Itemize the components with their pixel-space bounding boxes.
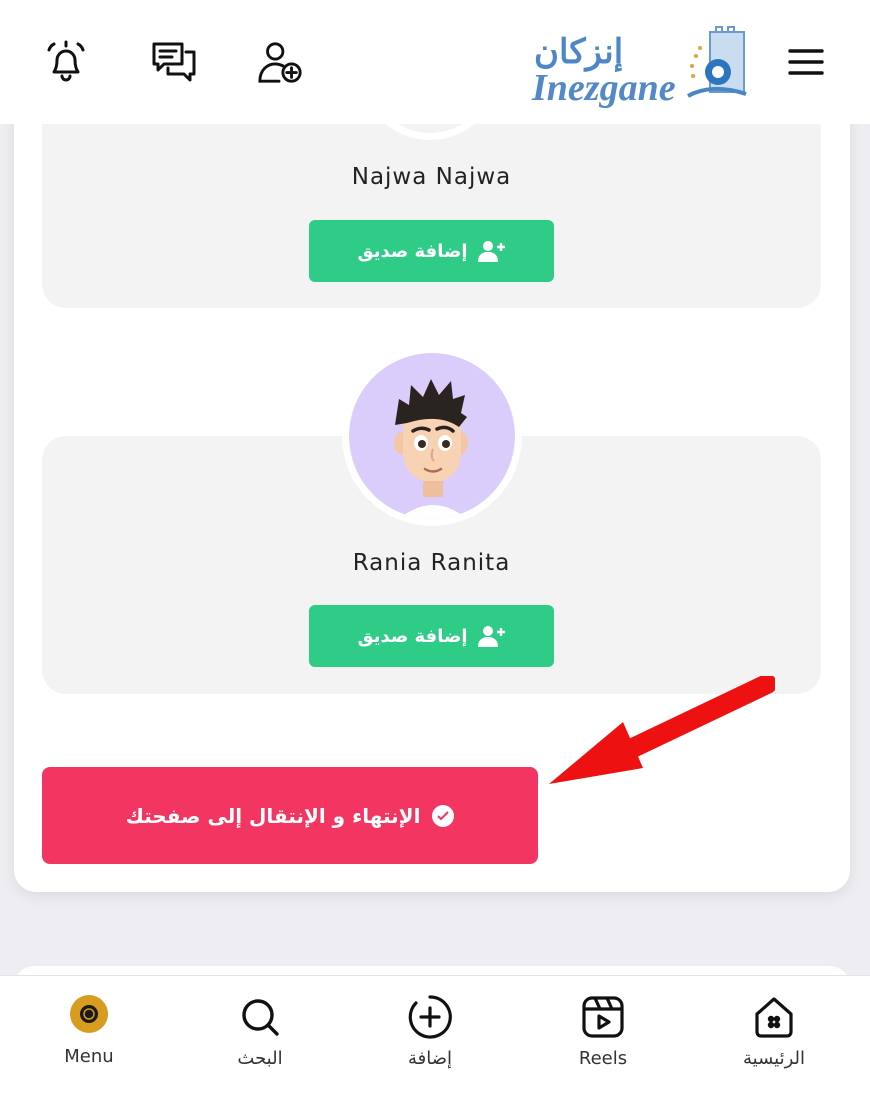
add-friend-button[interactable]: إضافة صديق [309, 605, 554, 667]
site-logo[interactable]: إنزكان Inezgane [528, 26, 750, 110]
add-user-icon [477, 626, 505, 647]
add-friend-button[interactable]: إضافة صديق [309, 220, 554, 282]
avatar [70, 995, 108, 1033]
search-icon [200, 992, 320, 1042]
plus-circle-icon [370, 992, 490, 1042]
friend-card: Rania Ranita إضافة صديق [42, 346, 821, 694]
add-friend-label: إضافة صديق [357, 625, 468, 647]
bottom-navigation: Menu البحث إضافة Reels الرئيسية [0, 975, 870, 1102]
friend-name[interactable]: Najwa Najwa [42, 164, 821, 190]
finish-and-go-to-profile-button[interactable]: الإنتهاء و الإنتقال إلى صفحتك [42, 767, 538, 864]
nav-item-reels[interactable]: Reels [543, 992, 663, 1069]
nav-label: إضافة [407, 1048, 453, 1069]
add-friend-label: إضافة صديق [357, 240, 468, 262]
nav-item-home[interactable]: الرئيسية [714, 992, 834, 1069]
bell-icon[interactable] [42, 38, 90, 86]
chat-icon[interactable] [150, 38, 198, 86]
avatar[interactable] [342, 346, 522, 526]
home-icon [714, 992, 834, 1042]
hamburger-menu-icon[interactable] [782, 38, 830, 86]
nav-label: Reels [578, 1048, 628, 1069]
nav-label: الرئيسية [743, 1048, 805, 1069]
nav-item-menu[interactable]: Menu [29, 994, 149, 1067]
friend-name[interactable]: Rania Ranita [42, 550, 821, 576]
memoji-boy-icon [394, 379, 468, 519]
finish-button-label: الإنتهاء و الإنتقال إلى صفحتك [125, 803, 421, 828]
nav-item-add[interactable]: إضافة [370, 992, 490, 1069]
red-arrow-annotation [549, 676, 775, 784]
nav-item-search[interactable]: البحث [200, 992, 320, 1069]
top-header: إنزكان Inezgane [0, 0, 870, 124]
check-circle-icon [432, 804, 455, 827]
reels-icon [543, 992, 663, 1042]
add-user-icon[interactable] [256, 38, 304, 86]
add-user-icon [477, 241, 505, 262]
nav-label: Menu [64, 1046, 114, 1067]
nav-label: البحث [237, 1048, 283, 1069]
logo-emblem-icon [687, 26, 747, 98]
logo-latin-text: Inezgane [532, 67, 676, 109]
